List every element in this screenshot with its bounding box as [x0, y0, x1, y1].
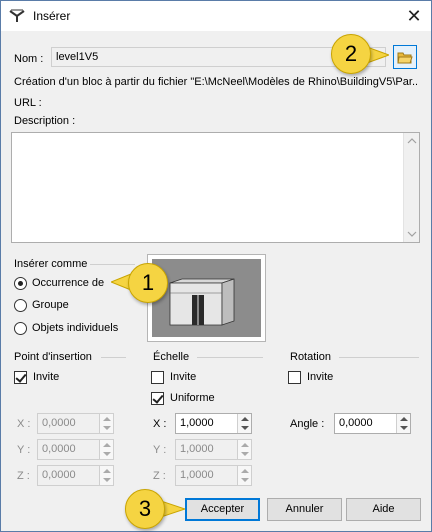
description-scrollbar[interactable]	[403, 133, 419, 242]
radio-group[interactable]	[14, 299, 27, 312]
scale-y-input[interactable]: 1,0000	[175, 439, 252, 460]
accept-button[interactable]: Accepter	[185, 498, 260, 521]
scroll-down-icon[interactable]	[404, 226, 420, 242]
uniform-label: Uniforme	[170, 392, 215, 404]
source-file-info: Création d'un bloc à partir du fichier "…	[14, 76, 417, 88]
scale-y-label: Y :	[153, 444, 167, 456]
insertion-z-spinner[interactable]	[99, 466, 113, 485]
radio-individual-objects-label: Objets individuels	[32, 322, 119, 334]
radio-group-label: Groupe	[32, 299, 69, 311]
insertion-y-label: Y :	[17, 444, 31, 456]
insertion-x-label: X :	[17, 418, 31, 430]
angle-label: Angle :	[290, 418, 325, 430]
radio-individual-objects[interactable]	[14, 322, 27, 335]
insertion-z-label: Z :	[17, 470, 30, 482]
scale-y-spinner[interactable]	[237, 440, 251, 459]
scale-z-input[interactable]: 1,0000	[175, 465, 252, 486]
help-button[interactable]: Aide	[346, 498, 421, 521]
window-title: Insérer	[33, 9, 71, 23]
scale-prompt-checkbox[interactable]	[151, 371, 164, 384]
scale-x-label: X :	[153, 418, 167, 430]
angle-input[interactable]: 0,0000	[334, 413, 411, 434]
insertion-x-input[interactable]: 0,0000	[37, 413, 114, 434]
title-bar: Insérer ✕	[1, 1, 431, 31]
scale-label: Échelle	[153, 351, 190, 363]
app-icon	[9, 9, 25, 22]
scale-divider	[197, 357, 263, 358]
insert-as-divider	[90, 264, 135, 265]
description-label: Description :	[14, 115, 76, 127]
insertion-x-spinner[interactable]	[99, 414, 113, 433]
insertion-z-input[interactable]: 0,0000	[37, 465, 114, 486]
uniform-checkbox[interactable]	[151, 392, 164, 405]
close-icon[interactable]: ✕	[403, 5, 425, 27]
browse-button[interactable]	[393, 45, 417, 69]
description-textarea[interactable]	[11, 132, 420, 243]
rotation-divider	[339, 357, 419, 358]
scale-z-spinner[interactable]	[237, 466, 251, 485]
folder-icon	[397, 52, 413, 64]
rotation-label: Rotation	[290, 351, 331, 363]
scroll-up-icon[interactable]	[404, 133, 420, 149]
angle-spinner[interactable]	[396, 414, 410, 433]
scale-prompt-label: Invite	[170, 371, 197, 383]
insertion-y-input[interactable]: 0,0000	[37, 439, 114, 460]
scale-x-spinner[interactable]	[237, 414, 251, 433]
scale-z-label: Z :	[153, 470, 166, 482]
radio-instance-label: Occurrence de	[32, 277, 105, 289]
block-preview	[147, 254, 266, 342]
cancel-button[interactable]: Annuler	[267, 498, 342, 521]
callout-1-badge: 1	[128, 263, 168, 303]
insertion-point-label: Point d'insertion	[14, 351, 92, 363]
insertion-point-divider	[101, 357, 126, 358]
insertion-y-spinner[interactable]	[99, 440, 113, 459]
radio-instance[interactable]	[14, 277, 27, 290]
callout-2-badge: 2	[331, 34, 371, 74]
insert-as-label: Insérer comme	[14, 258, 88, 270]
insertion-prompt-checkbox[interactable]	[14, 371, 27, 384]
scale-x-input[interactable]: 1,0000	[175, 413, 252, 434]
name-label: Nom :	[14, 53, 44, 65]
url-label: URL :	[14, 97, 42, 109]
insertion-prompt-label: Invite	[33, 371, 60, 383]
insert-dialog: Insérer ✕ Nom : level1V5 Création d'un b…	[0, 0, 432, 532]
callout-3-badge: 3	[125, 489, 165, 529]
rotation-prompt-label: Invite	[307, 371, 334, 383]
rotation-prompt-checkbox[interactable]	[288, 371, 301, 384]
building-preview-image	[152, 259, 261, 337]
